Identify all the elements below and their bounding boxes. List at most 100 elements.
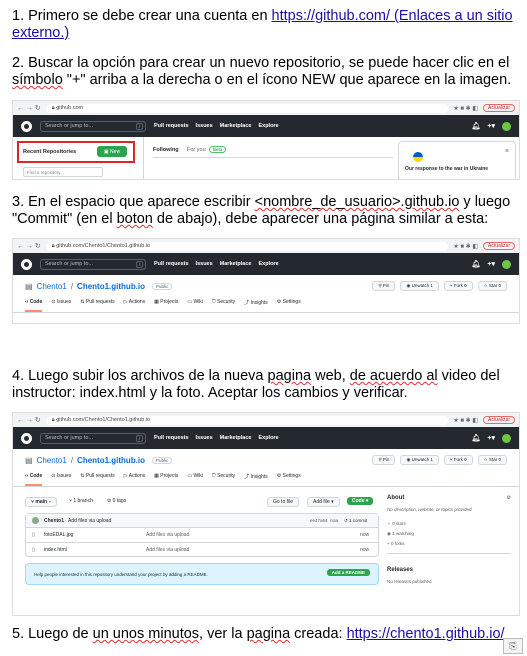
- file-name[interactable]: fotoEDAL.jpg: [44, 532, 73, 538]
- update-button[interactable]: Actualizar: [483, 242, 515, 250]
- file-commit-msg[interactable]: Add files via upload: [146, 547, 189, 553]
- github-logo-icon[interactable]: [21, 432, 32, 444]
- commit-hash[interactable]: ee47a64: [310, 518, 328, 523]
- tab-security[interactable]: ⛉ Security: [212, 299, 235, 312]
- bell-icon[interactable]: 🔔︎: [472, 260, 481, 268]
- update-button[interactable]: Actualizar: [483, 104, 515, 112]
- tab-insights[interactable]: ⤴ Insights: [244, 299, 268, 312]
- stars-link[interactable]: ☆ 0 stars: [387, 521, 406, 527]
- releases-heading[interactable]: Releases: [387, 567, 413, 573]
- tab-actions[interactable]: ▷ Actions: [124, 473, 145, 486]
- plus-icon[interactable]: +▾: [487, 122, 495, 130]
- add-readme-button[interactable]: Add a README: [326, 569, 370, 576]
- gear-icon[interactable]: ⚙: [507, 495, 511, 501]
- plus-icon[interactable]: +▾: [487, 434, 495, 442]
- star-button[interactable]: ☆ Star 0: [477, 455, 507, 465]
- table-row[interactable]: ▯ index.html Add files via upload now: [26, 543, 378, 557]
- bell-icon[interactable]: 🔔︎: [472, 434, 481, 442]
- tab-insights[interactable]: ⤴ Insights: [244, 473, 268, 486]
- pin-button[interactable]: ⚲ Pin: [372, 281, 396, 291]
- code-button[interactable]: Code ▾: [347, 497, 374, 505]
- avatar[interactable]: [502, 433, 511, 443]
- close-icon[interactable]: ×: [505, 148, 509, 155]
- nav-explore[interactable]: Explore: [258, 123, 278, 129]
- nav-issues[interactable]: Issues: [196, 123, 213, 129]
- tab-wiki[interactable]: ▭ Wiki: [187, 299, 203, 312]
- tab-pull-requests[interactable]: ⇅ Pull requests: [80, 299, 115, 312]
- nav-marketplace[interactable]: Marketplace: [220, 123, 252, 129]
- repo-name-link[interactable]: Chento1.github.io: [77, 456, 145, 465]
- find-repo-input[interactable]: Find a repository...: [23, 167, 103, 177]
- repo-owner-link[interactable]: Chento1: [37, 456, 67, 465]
- tab-following[interactable]: Following: [153, 147, 179, 153]
- address-bar[interactable]: 🔒︎ github.com/Chento1/Chento1.github.io: [45, 241, 449, 251]
- nav-explore[interactable]: Explore: [258, 261, 278, 267]
- corner-widget-icon[interactable]: ⎘: [503, 638, 523, 654]
- fork-button[interactable]: ⑂ Fork 0: [443, 281, 473, 291]
- add-file-button[interactable]: Add file ▾: [307, 497, 340, 507]
- extension-icons[interactable]: ★ ■ ✱ ◧: [453, 417, 478, 424]
- commits-link[interactable]: ↺ 1 commit: [344, 518, 367, 524]
- nav-pull-requests[interactable]: Pull requests: [154, 435, 189, 441]
- tab-projects[interactable]: ▦ Projects: [154, 299, 178, 312]
- file-name[interactable]: index.html: [44, 547, 67, 553]
- tab-for-you[interactable]: For you: [187, 147, 206, 153]
- address-bar[interactable]: 🔒︎ github.com: [45, 103, 449, 113]
- ukraine-text[interactable]: Our response to the war in Ukraine: [405, 166, 488, 172]
- plus-icon[interactable]: +▾: [487, 260, 495, 268]
- commit-message[interactable]: Add files via upload: [68, 518, 111, 524]
- nav-marketplace[interactable]: Marketplace: [220, 261, 252, 267]
- table-row[interactable]: ▯ fotoEDAL.jpg Add files via upload now: [26, 528, 378, 543]
- star-button[interactable]: ☆ Star 0: [477, 281, 507, 291]
- tab-projects[interactable]: ▦ Projects: [154, 473, 178, 486]
- repo-tabs: ‹› Code ⊙ Issues ⇅ Pull requests ▷ Actio…: [13, 465, 519, 487]
- tab-actions[interactable]: ▷ Actions: [124, 299, 145, 312]
- tab-settings[interactable]: ⚙ Settings: [277, 473, 301, 486]
- repo-name-link[interactable]: Chento1.github.io: [77, 282, 145, 291]
- nav-issues[interactable]: Issues: [196, 261, 213, 267]
- pin-button[interactable]: ⚲ Pin: [372, 455, 396, 465]
- go-to-file-button[interactable]: Go to file: [267, 497, 300, 507]
- search-input[interactable]: Search or jump to... /: [40, 120, 146, 132]
- browser-nav-icons[interactable]: ← → ↻: [17, 242, 41, 250]
- tab-wiki[interactable]: ▭ Wiki: [187, 473, 203, 486]
- avatar[interactable]: [502, 121, 511, 131]
- tab-code[interactable]: ‹› Code: [25, 473, 43, 486]
- nav-explore[interactable]: Explore: [258, 435, 278, 441]
- branch-select[interactable]: ⑂ main ▾: [25, 497, 58, 507]
- github-logo-icon[interactable]: [21, 258, 32, 270]
- commit-user[interactable]: Chento1: [44, 518, 64, 524]
- file-commit-msg[interactable]: Add files via upload: [146, 532, 189, 538]
- forks-link[interactable]: ⑂ 0 forks: [387, 541, 404, 546]
- update-button[interactable]: Actualizar: [483, 416, 515, 424]
- tab-settings[interactable]: ⚙ Settings: [277, 299, 301, 312]
- search-input[interactable]: Search or jump to... /: [40, 432, 146, 444]
- tab-issues[interactable]: ⊙ Issues: [51, 473, 71, 486]
- unwatch-button[interactable]: ◉ Unwatch 1: [400, 455, 439, 465]
- extension-icons[interactable]: ★ ■ ✱ ◧: [453, 243, 478, 250]
- browser-nav-icons[interactable]: ← → ↻: [17, 104, 41, 112]
- watching-link[interactable]: ◉ 1 watching: [387, 531, 414, 537]
- bell-icon[interactable]: 🔔︎: [472, 122, 481, 130]
- tab-code[interactable]: ‹› Code: [25, 299, 43, 312]
- repo-owner-link[interactable]: Chento1: [37, 282, 67, 291]
- nav-issues[interactable]: Issues: [196, 435, 213, 441]
- site-link[interactable]: https://chento1.github.io/: [347, 626, 505, 642]
- tags-link[interactable]: ⊘ 0 tags: [107, 498, 126, 504]
- branches-link[interactable]: ⑂ 1 branch: [69, 498, 93, 504]
- tab-issues[interactable]: ⊙ Issues: [51, 299, 71, 312]
- new-repo-button[interactable]: ▣ New: [97, 146, 127, 157]
- address-bar[interactable]: 🔒︎ github.com/Chento1/Chento1.github.io: [45, 415, 449, 425]
- avatar[interactable]: [502, 259, 511, 269]
- tab-pull-requests[interactable]: ⇅ Pull requests: [80, 473, 115, 486]
- unwatch-button[interactable]: ◉ Unwatch 1: [400, 281, 439, 291]
- nav-pull-requests[interactable]: Pull requests: [154, 261, 189, 267]
- tab-security[interactable]: ⛉ Security: [212, 473, 235, 486]
- browser-nav-icons[interactable]: ← → ↻: [17, 416, 41, 424]
- extension-icons[interactable]: ★ ■ ✱ ◧: [453, 105, 478, 112]
- nav-marketplace[interactable]: Marketplace: [220, 435, 252, 441]
- search-input[interactable]: Search or jump to... /: [40, 258, 146, 270]
- github-logo-icon[interactable]: [21, 120, 32, 132]
- fork-button[interactable]: ⑂ Fork 0: [443, 455, 473, 465]
- nav-pull-requests[interactable]: Pull requests: [154, 123, 189, 129]
